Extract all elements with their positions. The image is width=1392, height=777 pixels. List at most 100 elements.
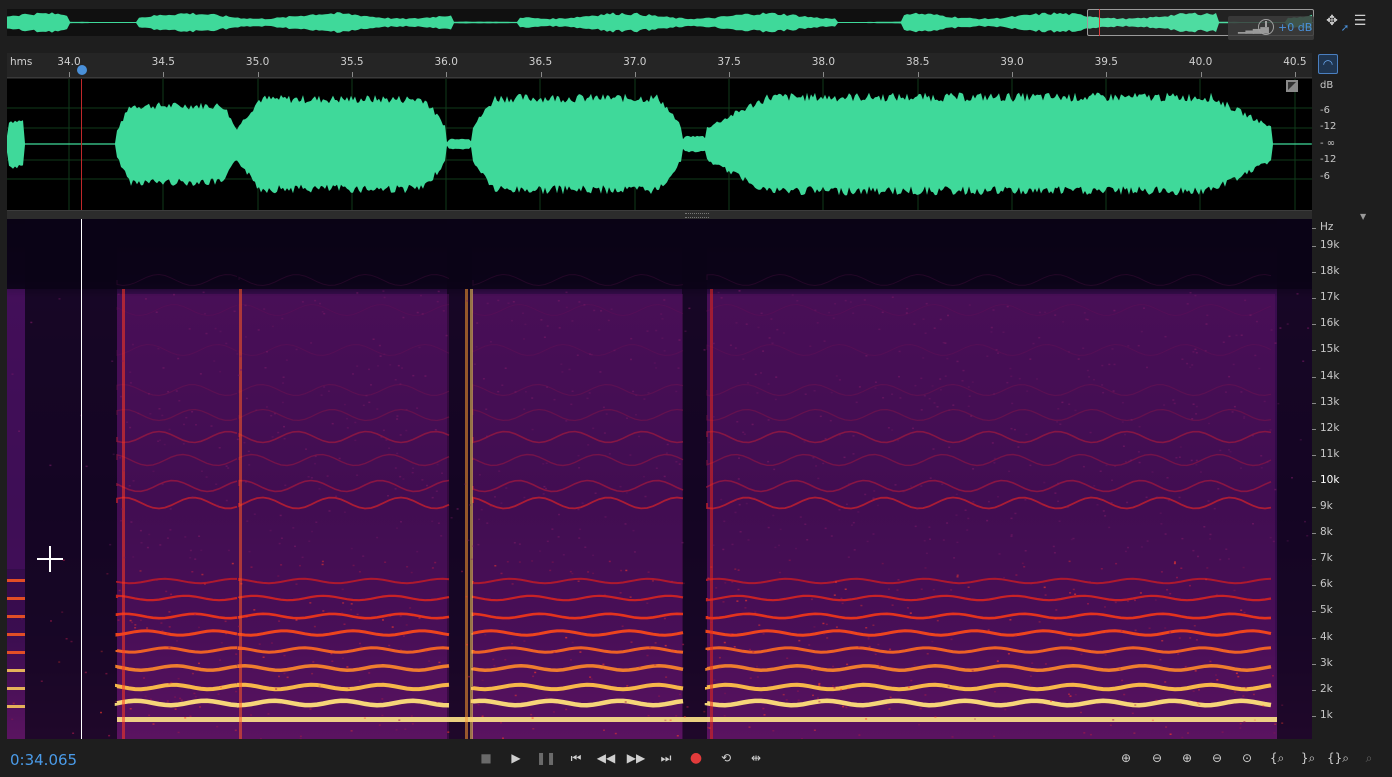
- loop-button[interactable]: ⟲: [716, 749, 736, 767]
- ruler-tick-mark: [634, 72, 636, 77]
- spectral-playhead[interactable]: [81, 219, 82, 739]
- overview-waveform[interactable]: [7, 9, 1314, 36]
- ruler-tick-label: 40.0: [1188, 56, 1213, 68]
- time-ruler[interactable]: hms 34.0 34.5 35.0 35.5 36.0 36.5 37.0 37.5 38.0…: [7, 53, 1312, 78]
- ruler-tick-mark: [917, 72, 919, 77]
- ruler-tick-mark: [69, 72, 70, 77]
- zoom-in-amplitude-button[interactable]: ⊕: [1115, 749, 1137, 767]
- ruler-tick-label: 35.0: [245, 56, 270, 68]
- hz-scale-label: 3k: [1312, 656, 1333, 669]
- zoom-selection-button[interactable]: {}⌕: [1327, 749, 1349, 767]
- hz-scale-label: 4k: [1312, 630, 1333, 643]
- fast-forward-button[interactable]: ▶▶: [626, 749, 646, 767]
- waveform-graphic: [7, 79, 1312, 210]
- hz-scale-label: 18k: [1311, 265, 1340, 278]
- ruler-tick-mark: [1294, 72, 1296, 77]
- ruler-tick-label: 37.5: [717, 56, 741, 68]
- hz-scale-label: 5k: [1312, 604, 1333, 617]
- rewind-button[interactable]: ◀◀: [596, 749, 616, 767]
- zoom-in-left-button[interactable]: {⌕: [1266, 749, 1288, 767]
- waveform-display[interactable]: [7, 79, 1312, 210]
- hz-scale-label: 1k: [1312, 708, 1333, 721]
- ruler-tick-mark: [540, 72, 542, 77]
- ruler-tick-label: 35.5: [340, 56, 364, 68]
- frequency-scale: Hz 19k 18k 17k 16k 15k 14k 13k 12k 11k 10k 9k 8k 7k 6…: [1311, 219, 1360, 739]
- hz-scale-label: 15k: [1311, 343, 1340, 356]
- db-scale-label: -12: [1320, 154, 1337, 165]
- record-button[interactable]: ●: [686, 749, 706, 767]
- hz-scale-label: 11k: [1311, 447, 1340, 460]
- chevron-down-icon[interactable]: ▼: [1360, 212, 1366, 221]
- panel-menu-icon[interactable]: ☰: [1350, 11, 1370, 31]
- ruler-tick-mark: [1200, 72, 1202, 77]
- ruler-tick-label: 39.0: [1000, 56, 1024, 68]
- db-readout: +0 dB: [1278, 21, 1313, 34]
- hz-scale-label: 13k: [1311, 395, 1340, 408]
- volume-knob-icon[interactable]: [1258, 19, 1274, 35]
- ruler-tick-label: 38.5: [905, 56, 930, 68]
- ruler-tick-mark: [1106, 72, 1108, 77]
- spectral-frequency-display[interactable]: [7, 219, 1312, 739]
- crosshair-cursor-icon: [37, 546, 63, 572]
- ruler-tick-mark: [729, 72, 731, 77]
- hz-scale-label: 6k: [1312, 578, 1333, 591]
- panel-divider[interactable]: [7, 210, 1312, 219]
- hz-scale-label: 2k: [1312, 682, 1333, 695]
- skip-selection-button[interactable]: ⇹: [746, 749, 766, 767]
- ruler-tick-mark: [1012, 72, 1013, 77]
- zoom-in-time-button[interactable]: ⊕: [1176, 749, 1198, 767]
- playhead-marker[interactable]: [77, 65, 87, 75]
- waveform-playhead: [81, 79, 82, 210]
- hz-scale-label: 9k: [1312, 500, 1333, 512]
- ruler-tick-mark: [446, 72, 448, 77]
- ruler-tick-mark: [257, 72, 259, 77]
- db-scale-header: dB: [1320, 80, 1334, 91]
- ruler-tick-label: 36.0: [434, 56, 458, 68]
- hz-scale-label: 16k: [1311, 317, 1340, 330]
- ruler-tick-label: 34.5: [151, 56, 175, 68]
- db-scale-label: -6: [1320, 171, 1330, 182]
- go-to-end-button[interactable]: ⏭: [656, 749, 676, 767]
- ruler-tick-label: 40.5: [1283, 56, 1307, 68]
- ruler-tick-label: 37.0: [623, 56, 647, 68]
- ruler-tick-label: 39.5: [1094, 56, 1118, 68]
- ruler-tick-mark: [163, 72, 165, 77]
- hz-scale-label: 12k: [1311, 421, 1340, 434]
- hz-scale-label: 17k: [1311, 291, 1340, 304]
- hz-scale-label: 8k: [1312, 526, 1333, 539]
- audio-editor-window: ▁▂▃▄ +0 dB ✥ ➚ ☰ ◠ hms 34.0 34.5 35.0 35.5 3…: [0, 0, 1392, 777]
- headphones-icon[interactable]: ◠: [1318, 54, 1338, 74]
- divider-grip-icon[interactable]: [685, 213, 709, 218]
- db-scale-label: -12: [1320, 121, 1337, 132]
- ruler-unit: hms: [10, 56, 33, 68]
- hz-scale-label: 19k: [1311, 239, 1340, 251]
- hz-scale-header: Hz: [1311, 221, 1334, 233]
- stop-button[interactable]: ■: [476, 749, 496, 767]
- hz-scale-label: 10k: [1311, 473, 1340, 486]
- transport-bar: 0:34.065 ■ ▶ ❚❚ ⏮ ◀◀ ▶▶ ⏭ ● ⟲ ⇹ ⊕ ⊖ ⊕ ⊖ ⊙ {⌕ }⌕ {}⌕ ⌕: [0, 740, 1392, 777]
- ruler-tick-label: 38.0: [811, 56, 836, 68]
- spectrogram-graphic: [7, 219, 1312, 739]
- go-to-start-button[interactable]: ⏮: [566, 749, 586, 767]
- db-scale: dB -6 -12 - ∞ -12 -6: [1312, 79, 1348, 210]
- zoom-reset-button[interactable]: ⌕: [1358, 749, 1380, 767]
- zoom-out-time-button[interactable]: ⊖: [1206, 749, 1228, 767]
- hz-scale-label: 7k: [1312, 552, 1333, 565]
- zoom-in-right-button[interactable]: }⌕: [1297, 749, 1319, 767]
- play-button[interactable]: ▶: [506, 749, 526, 767]
- zoom-out-full-button[interactable]: ⊙: [1236, 749, 1258, 767]
- pause-button[interactable]: ❚❚: [536, 749, 556, 767]
- db-scale-label: -6: [1320, 105, 1330, 116]
- ruler-tick-mark: [351, 72, 353, 77]
- move-icon[interactable]: ✥: [1322, 11, 1342, 31]
- hz-scale-label: 14k: [1311, 369, 1340, 382]
- pin-icon[interactable]: ➚: [1340, 24, 1350, 34]
- db-scale-label: - ∞: [1320, 138, 1336, 149]
- current-time[interactable]: 0:34.065: [10, 751, 77, 769]
- ruler-tick-mark: [823, 72, 825, 77]
- zoom-out-amplitude-button[interactable]: ⊖: [1146, 749, 1168, 767]
- overview-playhead: [1099, 9, 1100, 36]
- level-hud[interactable]: ▁▂▃▄ +0 dB: [1228, 16, 1314, 40]
- ruler-tick-label: 36.5: [528, 56, 553, 68]
- expand-corner-icon[interactable]: [1286, 80, 1298, 92]
